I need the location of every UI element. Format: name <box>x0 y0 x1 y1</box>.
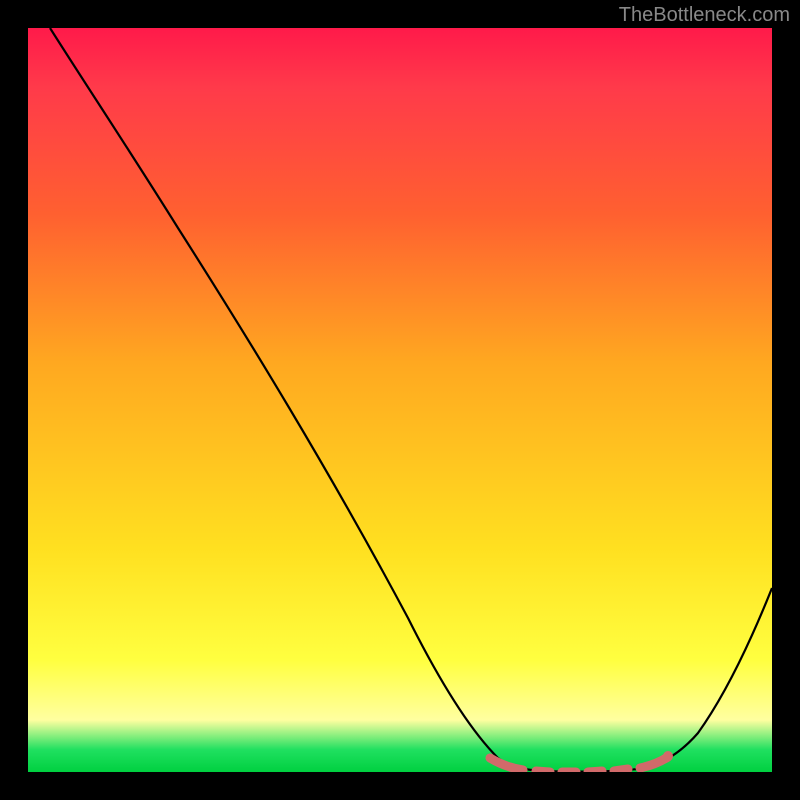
chart-curves <box>28 28 772 772</box>
watermark-text: TheBottleneck.com <box>619 4 790 27</box>
bottleneck-curve <box>50 28 772 772</box>
valley-highlight <box>490 751 673 772</box>
